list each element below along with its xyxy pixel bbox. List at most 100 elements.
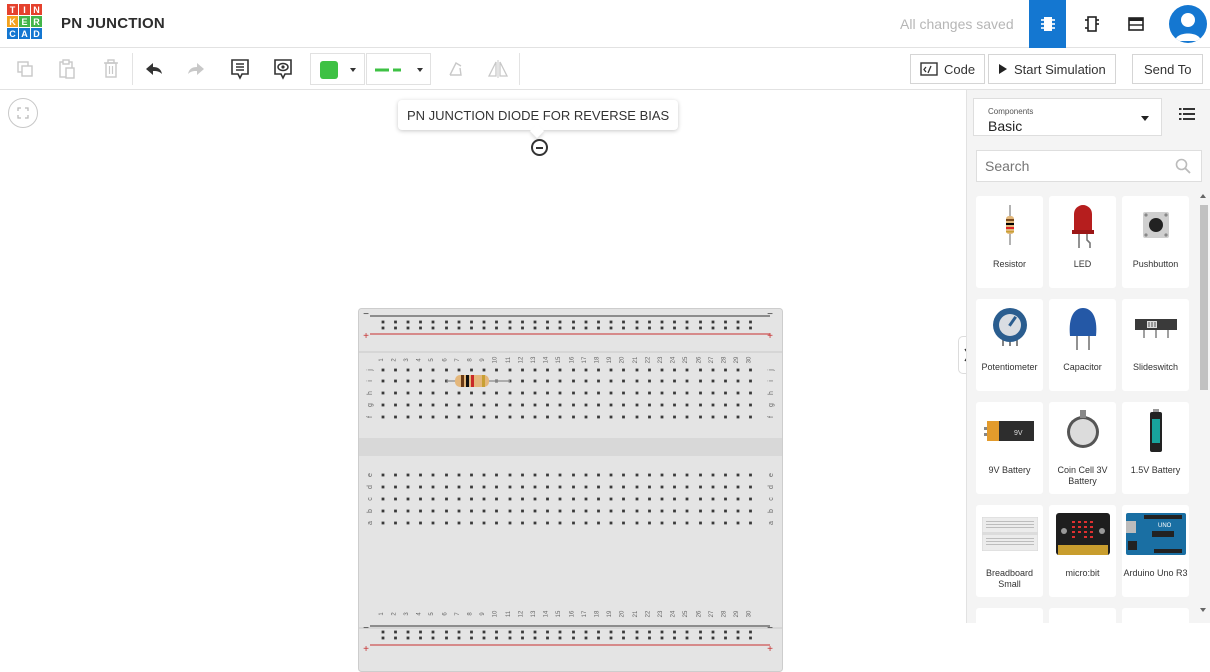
search-icon[interactable]	[1175, 158, 1191, 174]
terminal-hole	[533, 368, 537, 372]
component-label: Slideswitch	[1132, 362, 1179, 372]
user-avatar[interactable]	[1169, 5, 1207, 43]
component-card-battery-15v[interactable]: 1.5V Battery	[1122, 402, 1189, 494]
terminal-hole	[508, 497, 512, 501]
start-simulation-button[interactable]: Start Simulation	[988, 54, 1116, 84]
send-to-button[interactable]: Send To	[1132, 54, 1204, 84]
component-card-pushbutton[interactable]: Pushbutton	[1122, 196, 1189, 288]
component-card-battery-9v[interactable]: 9V 9V Battery	[976, 402, 1043, 494]
terminal-hole	[495, 368, 498, 372]
rail-hole	[635, 320, 639, 324]
collapse-note-icon[interactable]	[531, 139, 548, 156]
column-number: 29	[734, 356, 740, 363]
scroll-up-icon[interactable]	[1200, 194, 1206, 198]
rail-hole	[431, 630, 435, 634]
terminal-hole	[546, 368, 549, 372]
terminal-hole	[521, 415, 524, 419]
terminal-hole	[749, 415, 752, 419]
rail-polarity-label: −	[767, 309, 773, 320]
copy-button[interactable]	[12, 57, 38, 81]
zoom-to-fit-button[interactable]	[8, 98, 38, 128]
terminal-hole	[482, 509, 486, 513]
component-card-coin-cell[interactable]: Coin Cell 3V Battery	[1049, 402, 1116, 494]
rail-hole	[711, 636, 715, 640]
row-letter: j	[768, 369, 775, 372]
paste-icon	[59, 59, 75, 79]
rail-hole	[381, 630, 385, 634]
rail-hole	[597, 326, 600, 330]
schematic-view-button[interactable]	[1073, 0, 1110, 48]
code-button[interactable]: Code	[910, 54, 986, 84]
component-card-potentiometer[interactable]: Potentiometer	[976, 299, 1043, 391]
circuit-view-button[interactable]	[1029, 0, 1066, 48]
terminal-hole	[546, 509, 549, 513]
terminal-hole	[609, 403, 613, 407]
component-card[interactable]	[1122, 608, 1189, 623]
color-picker[interactable]	[310, 53, 365, 85]
canvas-note[interactable]: PN JUNCTION DIODE FOR REVERSE BIAS	[398, 100, 679, 130]
terminal-hole	[394, 391, 397, 395]
scrollbar-thumb[interactable]	[1200, 205, 1208, 390]
rail-polarity-label: +	[363, 644, 369, 655]
row-letter: c	[768, 497, 775, 501]
list-view-icon[interactable]	[1179, 107, 1195, 121]
component-card[interactable]	[1049, 608, 1116, 623]
terminal-hole	[736, 521, 740, 525]
row-letter: h	[768, 391, 775, 395]
component-card[interactable]	[976, 608, 1043, 623]
rail-hole	[495, 326, 498, 330]
terminal-hole	[724, 391, 727, 395]
delete-button[interactable]	[98, 57, 124, 81]
design-title[interactable]: PN JUNCTION	[61, 15, 165, 32]
flip-button[interactable]	[485, 57, 511, 81]
components-dropdown[interactable]: Components Basic	[973, 98, 1162, 136]
rail-hole	[597, 636, 600, 640]
component-card-slideswitch[interactable]: Slideswitch	[1122, 299, 1189, 391]
component-card-resistor[interactable]: Resistor	[976, 196, 1043, 288]
terminal-hole	[685, 473, 689, 477]
terminal-hole	[711, 415, 715, 419]
note-text: PN JUNCTION DIODE FOR REVERSE BIAS	[407, 107, 670, 123]
component-card-capacitor[interactable]: Capacitor	[1049, 299, 1116, 391]
undo-button[interactable]	[141, 57, 167, 81]
terminal-hole	[406, 391, 410, 395]
paste-button[interactable]	[54, 57, 80, 81]
svg-text:9V: 9V	[1014, 430, 1023, 437]
rail-hole	[711, 630, 715, 634]
terminal-hole	[597, 403, 600, 407]
redo-button[interactable]	[183, 57, 209, 81]
terminal-hole	[673, 473, 676, 477]
workplane-canvas[interactable]: PN JUNCTION DIODE FOR REVERSE BIAS − − + + −…	[0, 90, 974, 672]
component-list-button[interactable]	[1117, 0, 1154, 48]
component-label: Capacitor	[1063, 362, 1102, 372]
breadboard[interactable]: − −+ +− −+ +1 2 3 4 5 6 7 8 9 10 11 12 13 14 15 16 17 18 19 20 2…	[358, 308, 783, 672]
terminal-hole	[381, 509, 385, 513]
tinkercad-logo[interactable]: T I N K E R C A D	[7, 4, 43, 42]
terminal-hole	[635, 509, 639, 513]
notes-visibility-button[interactable]	[270, 57, 296, 81]
scroll-down-icon[interactable]	[1200, 608, 1206, 612]
terminal-hole	[470, 497, 473, 501]
terminal-hole	[381, 497, 385, 501]
terminal-hole	[673, 415, 676, 419]
component-card-breadboard-small[interactable]: Breadboard Small	[976, 505, 1043, 597]
component-card-led[interactable]: LED	[1049, 196, 1116, 288]
component-card-microbit[interactable]: micro:bit	[1049, 505, 1116, 597]
terminal-hole	[521, 497, 524, 501]
rail-hole	[648, 636, 651, 640]
terminal-hole	[419, 473, 422, 477]
notes-button[interactable]	[227, 57, 253, 81]
column-number: 18	[595, 356, 601, 363]
wire-type-picker[interactable]	[366, 53, 431, 85]
rotate-button[interactable]	[443, 57, 469, 81]
component-card-arduino[interactable]: UNO Arduino Uno R3	[1122, 505, 1189, 597]
column-number: 19	[607, 356, 613, 363]
terminal-hole	[558, 403, 562, 407]
terminal-hole	[445, 368, 448, 372]
terminal-hole	[445, 485, 448, 489]
terminal-hole	[445, 509, 448, 513]
search-input[interactable]	[976, 150, 1202, 182]
terminal-hole	[584, 379, 588, 383]
redo-icon	[188, 63, 204, 75]
terminal-hole	[584, 473, 588, 477]
